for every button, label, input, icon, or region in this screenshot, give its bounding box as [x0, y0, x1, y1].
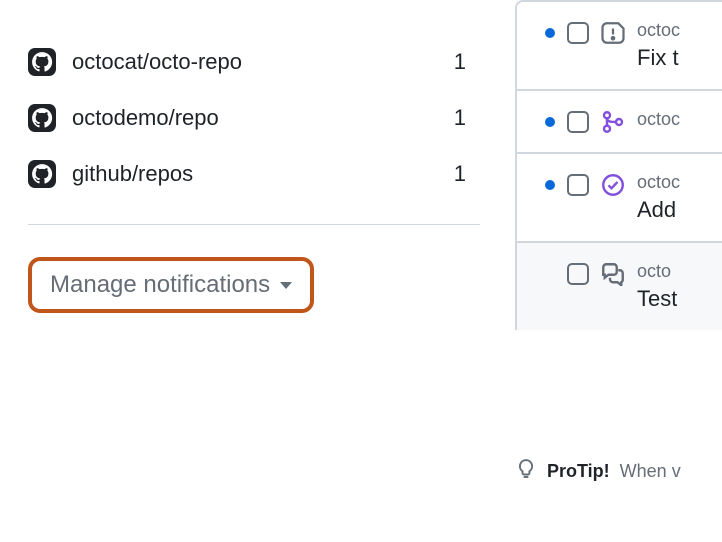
notification-row[interactable]: octo Test	[517, 243, 722, 330]
notification-title: Fix t	[637, 45, 680, 71]
repo-name: octodemo/repo	[72, 105, 438, 131]
repo-name: octocat/octo-repo	[72, 49, 438, 75]
github-icon	[28, 48, 56, 76]
manage-notifications-button[interactable]: Manage notifications	[28, 257, 314, 313]
protip-text: When v	[620, 461, 681, 482]
github-icon	[28, 104, 56, 132]
notifications-list: octoc Fix t octoc octoc Add octo Te	[515, 0, 722, 330]
protip: ProTip! When v	[515, 458, 681, 485]
repo-item[interactable]: octodemo/repo 1	[28, 90, 490, 146]
notification-repo: octoc	[637, 109, 680, 130]
git-merge-icon	[601, 110, 625, 134]
lightbulb-icon	[515, 458, 537, 485]
repo-count: 1	[454, 105, 490, 131]
notification-repo: octoc	[637, 172, 680, 193]
repo-count: 1	[454, 161, 490, 187]
checkbox[interactable]	[567, 111, 589, 133]
checkbox[interactable]	[567, 22, 589, 44]
notification-repo: octoc	[637, 20, 680, 41]
check-circle-icon	[601, 173, 625, 197]
notification-text: octoc Fix t	[637, 20, 680, 71]
checkbox[interactable]	[567, 174, 589, 196]
notification-row[interactable]: octoc	[517, 91, 722, 154]
discussion-icon	[601, 262, 625, 286]
sidebar: octocat/octo-repo 1 octodemo/repo 1 gith…	[0, 0, 490, 313]
notification-title: Test	[637, 286, 677, 312]
repo-item[interactable]: github/repos 1	[28, 146, 490, 202]
repo-item[interactable]: octocat/octo-repo 1	[28, 34, 490, 90]
unread-dot	[545, 28, 555, 38]
notification-row[interactable]: octoc Fix t	[517, 2, 722, 91]
divider	[28, 224, 480, 225]
notification-text: octoc Add	[637, 172, 680, 223]
unread-dot	[545, 117, 555, 127]
notification-text: octo Test	[637, 261, 677, 312]
repo-list: octocat/octo-repo 1 octodemo/repo 1 gith…	[28, 10, 490, 214]
repo-count: 1	[454, 49, 490, 75]
notification-row[interactable]: octoc Add	[517, 154, 722, 243]
caret-down-icon	[280, 282, 292, 289]
manage-notifications-label: Manage notifications	[50, 271, 270, 299]
notification-text: octoc	[637, 109, 680, 130]
protip-label: ProTip!	[547, 461, 610, 482]
notification-repo: octo	[637, 261, 677, 282]
checkbox[interactable]	[567, 263, 589, 285]
issue-icon	[601, 21, 625, 45]
repo-name: github/repos	[72, 161, 438, 187]
unread-dot	[545, 180, 555, 190]
github-icon	[28, 160, 56, 188]
notification-title: Add	[637, 197, 680, 223]
